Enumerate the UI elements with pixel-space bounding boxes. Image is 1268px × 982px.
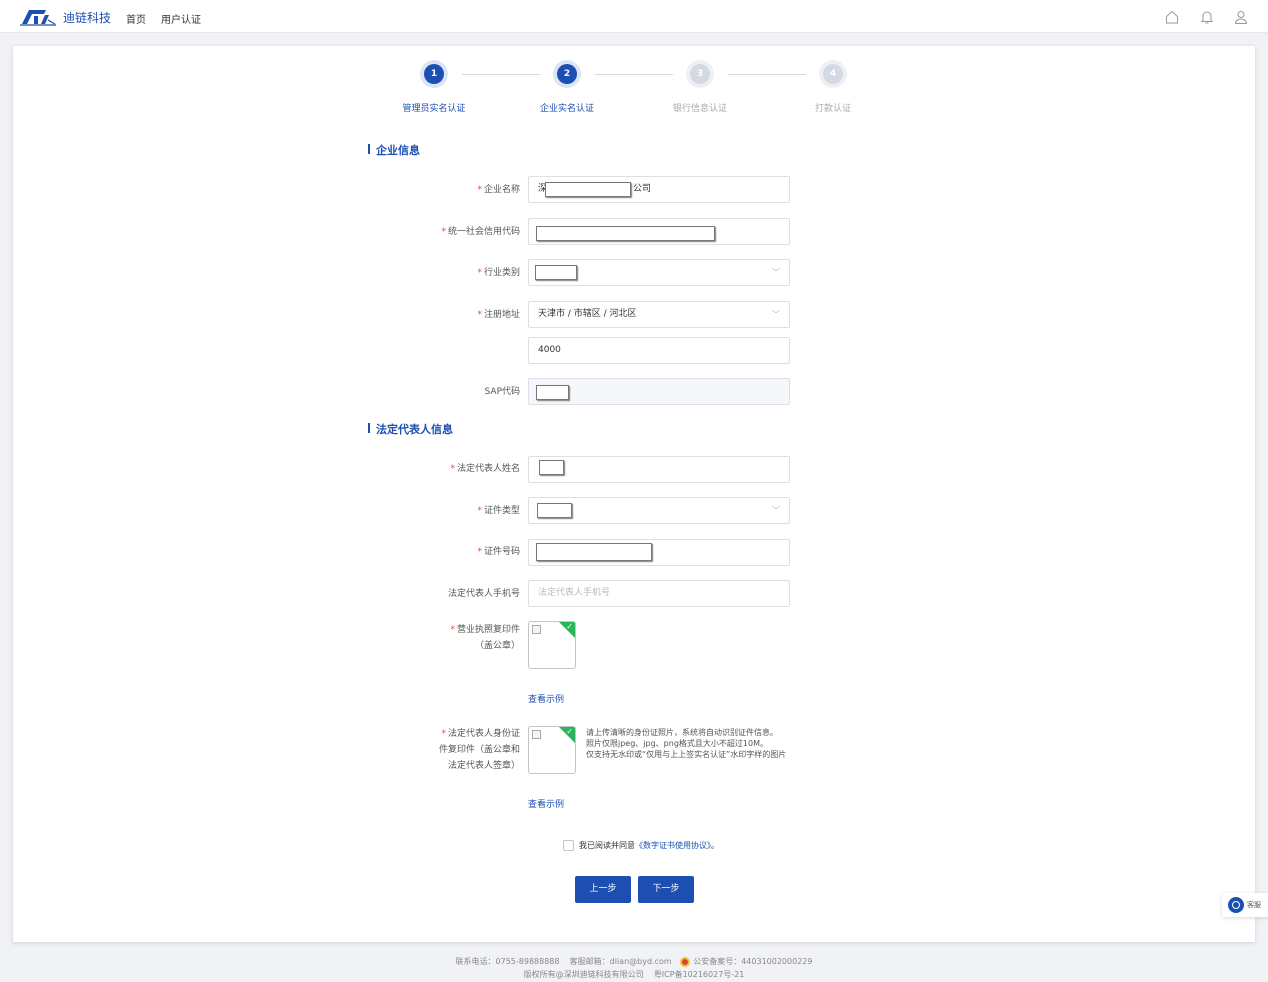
redaction-mask (535, 265, 577, 280)
step-connector (728, 74, 806, 75)
step-3-label: 银行信息认证 (672, 104, 727, 114)
broken-image-icon (532, 730, 541, 739)
bell-icon[interactable] (1199, 9, 1215, 25)
redaction-mask (537, 503, 572, 518)
agreement-text: 我已阅读并同意 (579, 841, 635, 850)
license-example-link[interactable]: 查看示例 (528, 692, 564, 705)
step-2-label: 企业实名认证 (539, 104, 594, 114)
step-4-number: 4 (823, 64, 843, 84)
chevron-down-icon: ﹀ (772, 268, 780, 277)
step-connector (595, 74, 673, 75)
brand-name: 迪链科技 (63, 11, 112, 25)
nav-user-auth[interactable]: 用户认证 (161, 11, 201, 26)
legal-name-label: * 法定代表人姓名 (450, 464, 520, 474)
step-connector (462, 74, 540, 75)
company-section-title: 企业信息 (368, 142, 420, 158)
license-upload-label: * 营业执照复印件 （盖公章） (450, 625, 520, 651)
step-2-indicator: 2 (553, 60, 581, 88)
id-copy-example-link[interactable]: 查看示例 (528, 797, 564, 810)
chevron-down-icon: ﹀ (772, 310, 780, 319)
logo-icon[interactable] (20, 6, 56, 26)
legal-section-title: 法定代表人信息 (368, 421, 453, 437)
id-number-label: * 证件号码 (477, 547, 520, 557)
customer-service-button[interactable]: 客服 (1222, 893, 1268, 917)
step-2-number: 2 (557, 64, 577, 84)
chevron-down-icon: ﹀ (772, 506, 780, 515)
footer-line-2: 版权所有@深圳迪链科技有限公司 粤ICP备10216027号-21 (523, 970, 745, 979)
agreement-link[interactable]: 《数字证书使用协议》 (635, 841, 711, 850)
company-name-label: * 企业名称 (477, 185, 520, 195)
step-1-label: 管理员实名认证 (402, 104, 466, 114)
redaction-mask (536, 385, 569, 400)
address-label: * 注册地址 (477, 310, 520, 320)
credit-code-label: * 统一社会信用代码 (441, 227, 520, 237)
step-3-number: 3 (690, 64, 710, 84)
prev-step-button[interactable]: 上一步 (575, 876, 631, 903)
industry-label: * 行业类别 (477, 268, 520, 278)
license-upload-box[interactable]: ✓ (528, 621, 576, 669)
check-icon: ✓ (566, 622, 573, 631)
upload-hint: 请上传清晰的身份证照片，系统将自动识别证件信息。 照片仅限jpeg、jpg、pn… (586, 728, 787, 759)
headset-icon (1228, 897, 1244, 913)
footer-line-1: 联系电话：0755-89888888 客服邮箱：dlian@byd.com 公安… (455, 956, 813, 967)
next-step-button[interactable]: 下一步 (638, 876, 694, 903)
redaction-mask (536, 543, 652, 561)
address-cascader[interactable]: 天津市 / 市辖区 / 河北区 ﹀ (528, 301, 790, 328)
id-copy-upload-label: * 法定代表人身份证 件复印件（盖公章和 法定代表人签章） (438, 729, 520, 771)
police-badge-icon (680, 956, 691, 967)
sap-code-label: SAP代码 (484, 387, 520, 397)
broken-image-icon (532, 625, 541, 634)
legal-name-input[interactable] (528, 456, 790, 483)
step-1-indicator: 1 (420, 60, 448, 88)
agreement-row: 我已阅读并同意《数字证书使用协议》。 (563, 840, 719, 851)
legal-phone-input[interactable]: 法定代表人手机号 (528, 580, 790, 607)
step-4-indicator: 4 (819, 60, 847, 88)
user-icon[interactable] (1233, 9, 1249, 25)
redaction-mask (536, 226, 715, 241)
id-type-label: * 证件类型 (477, 506, 520, 516)
agreement-checkbox[interactable] (563, 840, 574, 851)
step-1-number: 1 (424, 64, 444, 84)
step-3-indicator: 3 (686, 60, 714, 88)
home-icon[interactable] (1164, 9, 1180, 25)
check-icon: ✓ (566, 727, 573, 736)
redaction-mask (539, 460, 564, 475)
redaction-mask (545, 182, 631, 197)
address-detail-input[interactable]: 4000 (528, 337, 790, 364)
top-bar: 迪链科技 首页 用户认证 (0, 0, 1268, 33)
nav-home[interactable]: 首页 (126, 11, 146, 26)
id-copy-upload-box[interactable]: ✓ (528, 726, 576, 774)
step-4-label: 打款认证 (814, 104, 851, 114)
legal-phone-label: 法定代表人手机号 (447, 589, 520, 599)
